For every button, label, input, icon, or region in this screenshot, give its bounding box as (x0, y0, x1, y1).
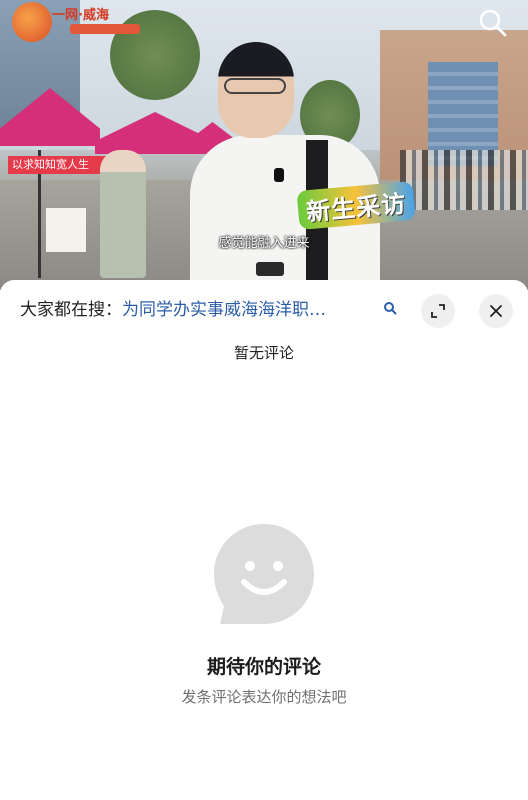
close-icon (490, 305, 502, 317)
no-comment-header: 暂无评论 (233, 344, 294, 362)
trending-search-prefix: 大家都在搜： (20, 300, 122, 320)
trending-search[interactable]: 大家都在搜：为同学办实事威海海洋职… (20, 298, 400, 322)
lapel-mic (274, 168, 284, 182)
video-subtitle: 感觉能融入进来 (218, 236, 310, 251)
empty-state-title: 期待你的评论 (206, 656, 321, 678)
logo-subline (70, 24, 140, 34)
expand-icon (431, 304, 445, 318)
comment-bubble-smile-icon (210, 520, 318, 628)
channel-logo: 一网·威海 (12, 2, 140, 42)
search-icon[interactable] (478, 8, 508, 38)
expand-button[interactable] (421, 294, 455, 328)
video-person (100, 150, 146, 278)
logo-text: 一网·威海 (52, 8, 109, 23)
logo-emblem (12, 2, 52, 42)
close-button[interactable] (479, 294, 513, 328)
interviewee-glasses (224, 78, 286, 94)
empty-state-subtitle: 发条评论表达你的想法吧 (181, 688, 347, 706)
video-player[interactable]: 以求知知宽人生 一网·威海 新生采访 感觉能融入进来 (0, 0, 528, 290)
video-phone (256, 262, 284, 276)
comment-sheet: 大家都在搜：为同学办实事威海海洋职… 暂无评论 期待你的评论 发条评论表达你的想… (0, 280, 528, 800)
search-icon[interactable] (383, 300, 397, 315)
video-crowd (400, 150, 528, 210)
trending-search-query[interactable]: 为同学办实事威海海洋职… (122, 300, 326, 320)
